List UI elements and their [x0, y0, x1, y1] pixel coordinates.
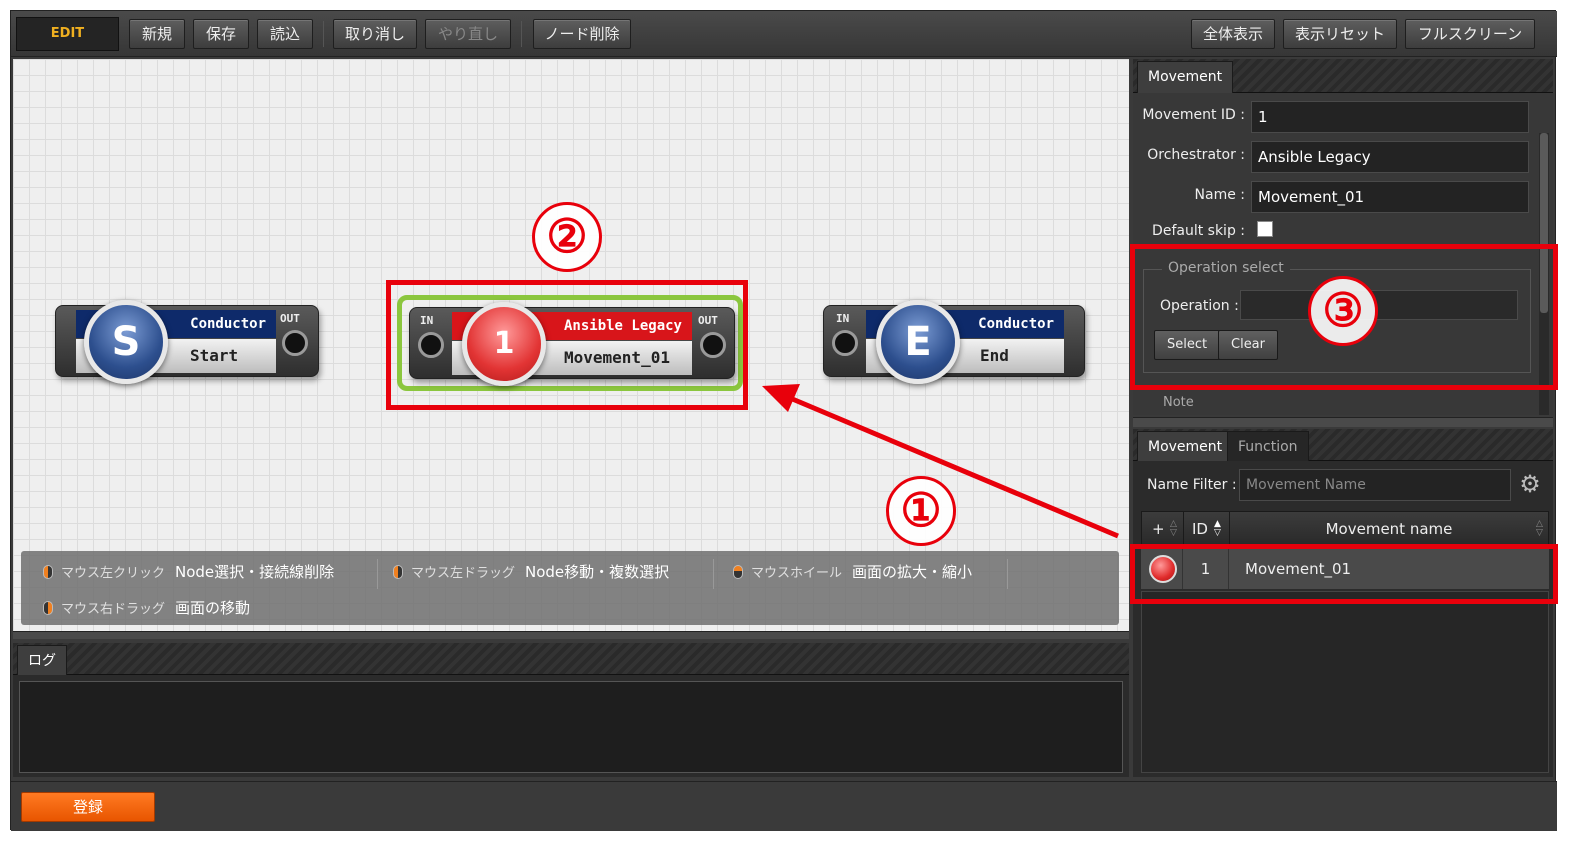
- tab-movement[interactable]: Movement: [1137, 431, 1234, 461]
- canvas-log-splitter[interactable]: [13, 631, 1129, 639]
- mouse-right-icon: [43, 601, 53, 615]
- hint-divider: [713, 559, 714, 589]
- right-splitter[interactable]: [1133, 417, 1553, 427]
- name-filter-label: Name Filter :: [1147, 477, 1237, 493]
- new-button[interactable]: 新規: [129, 19, 185, 49]
- annotation-number-1: ①: [886, 476, 956, 546]
- movement-id-field[interactable]: 1: [1251, 101, 1529, 133]
- name-label: Name :: [1194, 187, 1245, 203]
- footer: 登録: [11, 781, 1557, 831]
- log-tab-strip: ログ: [13, 643, 1129, 675]
- mode-badge: EDIT: [16, 17, 119, 51]
- orchestrator-field[interactable]: Ansible Legacy: [1251, 141, 1529, 173]
- start-node[interactable]: Conductor Start S OUT: [55, 300, 319, 384]
- conductor-editor: EDIT 新規 保存 読込 取り消し やり直し ノード削除 全体表示 表示リセッ…: [10, 10, 1557, 831]
- port-out-label: OUT: [280, 312, 300, 325]
- add-column-header[interactable]: + △ ▽: [1142, 512, 1184, 546]
- annotation-number-2: ②: [532, 202, 602, 272]
- toolbar-separator: [323, 21, 324, 47]
- tab-movement-properties[interactable]: Movement: [1137, 61, 1234, 93]
- hint-wheel: マウスホイール 画面の拡大・縮小: [733, 561, 972, 582]
- properties-tab-strip: Movement: [1133, 59, 1553, 93]
- end-node[interactable]: IN Conductor End E: [823, 300, 1085, 384]
- id-column-header[interactable]: ID ▲ ▽: [1184, 512, 1230, 546]
- port-in-label: IN: [836, 312, 850, 325]
- annotation-box-2: [386, 280, 748, 410]
- toolbar: EDIT 新規 保存 読込 取り消し やり直し ノード削除 全体表示 表示リセッ…: [11, 11, 1557, 57]
- sort-asc-icon: ▲ ▽: [1214, 519, 1221, 538]
- gear-icon[interactable]: ⚙: [1517, 471, 1543, 497]
- out-port[interactable]: [282, 330, 308, 356]
- mouse-left-icon: [43, 565, 53, 579]
- save-button[interactable]: 保存: [193, 19, 249, 49]
- mouse-left-icon: [393, 565, 403, 579]
- sort-arrows-icon: △ ▽: [1536, 519, 1543, 538]
- hint-left-drag: マウス左ドラッグ Node移動・複数選択: [393, 561, 669, 582]
- fullscreen-button[interactable]: フルスクリーン: [1405, 19, 1535, 49]
- name-field[interactable]: Movement_01: [1251, 181, 1529, 213]
- log-area[interactable]: [19, 681, 1123, 773]
- hint-divider: [377, 559, 378, 589]
- tab-log[interactable]: ログ: [17, 645, 67, 675]
- delete-node-button[interactable]: ノード削除: [533, 19, 631, 49]
- end-symbol-icon: E: [876, 300, 960, 384]
- show-all-button[interactable]: 全体表示: [1191, 19, 1275, 49]
- hint-left-click: マウス左クリック Node選択・接続線削除: [43, 561, 334, 582]
- hint-right-drag: マウス右ドラッグ 画面の移動: [43, 597, 250, 618]
- name-column-header[interactable]: Movement name △ ▽: [1230, 512, 1548, 546]
- undo-button[interactable]: 取り消し: [333, 19, 417, 49]
- movement-id-label: Movement ID :: [1142, 107, 1245, 123]
- log-panel: ログ: [13, 643, 1129, 777]
- annotation-number-3: ③: [1308, 276, 1378, 346]
- tab-function[interactable]: Function: [1227, 431, 1309, 461]
- in-port[interactable]: [832, 330, 858, 356]
- redo-button[interactable]: やり直し: [425, 19, 511, 49]
- load-button[interactable]: 読込: [257, 19, 313, 49]
- movement-grid-body: [1141, 591, 1549, 773]
- list-tab-strip: Movement Function: [1133, 429, 1553, 461]
- register-button[interactable]: 登録: [21, 792, 155, 822]
- toolbar-separator: [521, 21, 522, 47]
- name-filter-input[interactable]: Movement Name: [1239, 469, 1511, 501]
- hint-divider: [1007, 559, 1008, 589]
- start-symbol-icon: S: [84, 300, 168, 384]
- mouse-wheel-icon: [733, 565, 743, 579]
- reset-view-button[interactable]: 表示リセット: [1283, 19, 1397, 49]
- default-skip-label: Default skip :: [1152, 223, 1245, 239]
- annotation-box-1: [1130, 544, 1558, 604]
- orchestrator-label: Orchestrator :: [1147, 147, 1245, 163]
- sort-arrows-icon: △ ▽: [1170, 519, 1177, 538]
- note-legend: Note: [1163, 395, 1194, 410]
- movement-grid-header: + △ ▽ ID ▲ ▽ Movement name △ ▽: [1141, 511, 1549, 546]
- mouse-hint-bar: マウス左クリック Node選択・接続線削除 マウス左ドラッグ Node移動・複数選択…: [21, 551, 1119, 625]
- default-skip-checkbox[interactable]: [1257, 221, 1273, 237]
